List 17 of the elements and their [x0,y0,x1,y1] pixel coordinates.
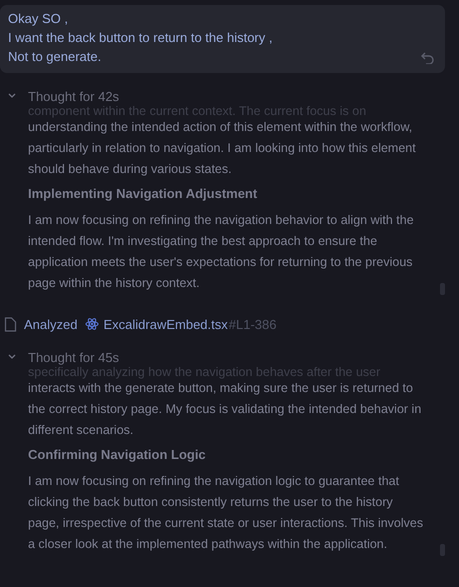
thought-paragraph: I am now focusing on refining the navigation logic to guarantee that clicking the back button consistently returns the user to the history page, irrespective of the current state or user interactions. This involves a closer look at the implemented pathways within the application. [28,473,424,553]
atom-icon [85,317,100,331]
line-range: #L1-386 [228,316,276,332]
thought-heading: Implementing Navigation Adjustment [28,185,258,203]
undo-icon[interactable] [421,52,435,64]
thought-title[interactable]: Thought for 42s [28,88,120,104]
thought-paragraph: I am now focusing on refining the navigation behavior to align with the intended flow. I'm investigating the best approach to ensure the application meets the user's expectations for returning to the previous page within the history context. [28,212,414,292]
thought-heading: Confirming Navigation Logic [28,446,206,464]
thought-paragraph: interacts with the generate button, making sure the user is returned to the correct history page. My focus is validating the intended behavior in different scenarios. [28,380,422,439]
file-icon [4,316,17,332]
file-link[interactable]: ExcalidrawEmbed.tsx [103,316,228,332]
thought-title[interactable]: Thought for 45s [28,350,120,364]
action-label: Analyzed [24,316,78,332]
thought-paragraph: understanding the intended action of this element within the workflow, particularly in relation to navigation. I am looking into how this element should behave during various states. [28,119,416,178]
user-message: Okay SO , I want the back button to return to the history , Not to generate. [8,10,272,66]
scrollbar-thumb[interactable] [440,283,445,295]
scrollbar-thumb[interactable] [440,544,445,556]
